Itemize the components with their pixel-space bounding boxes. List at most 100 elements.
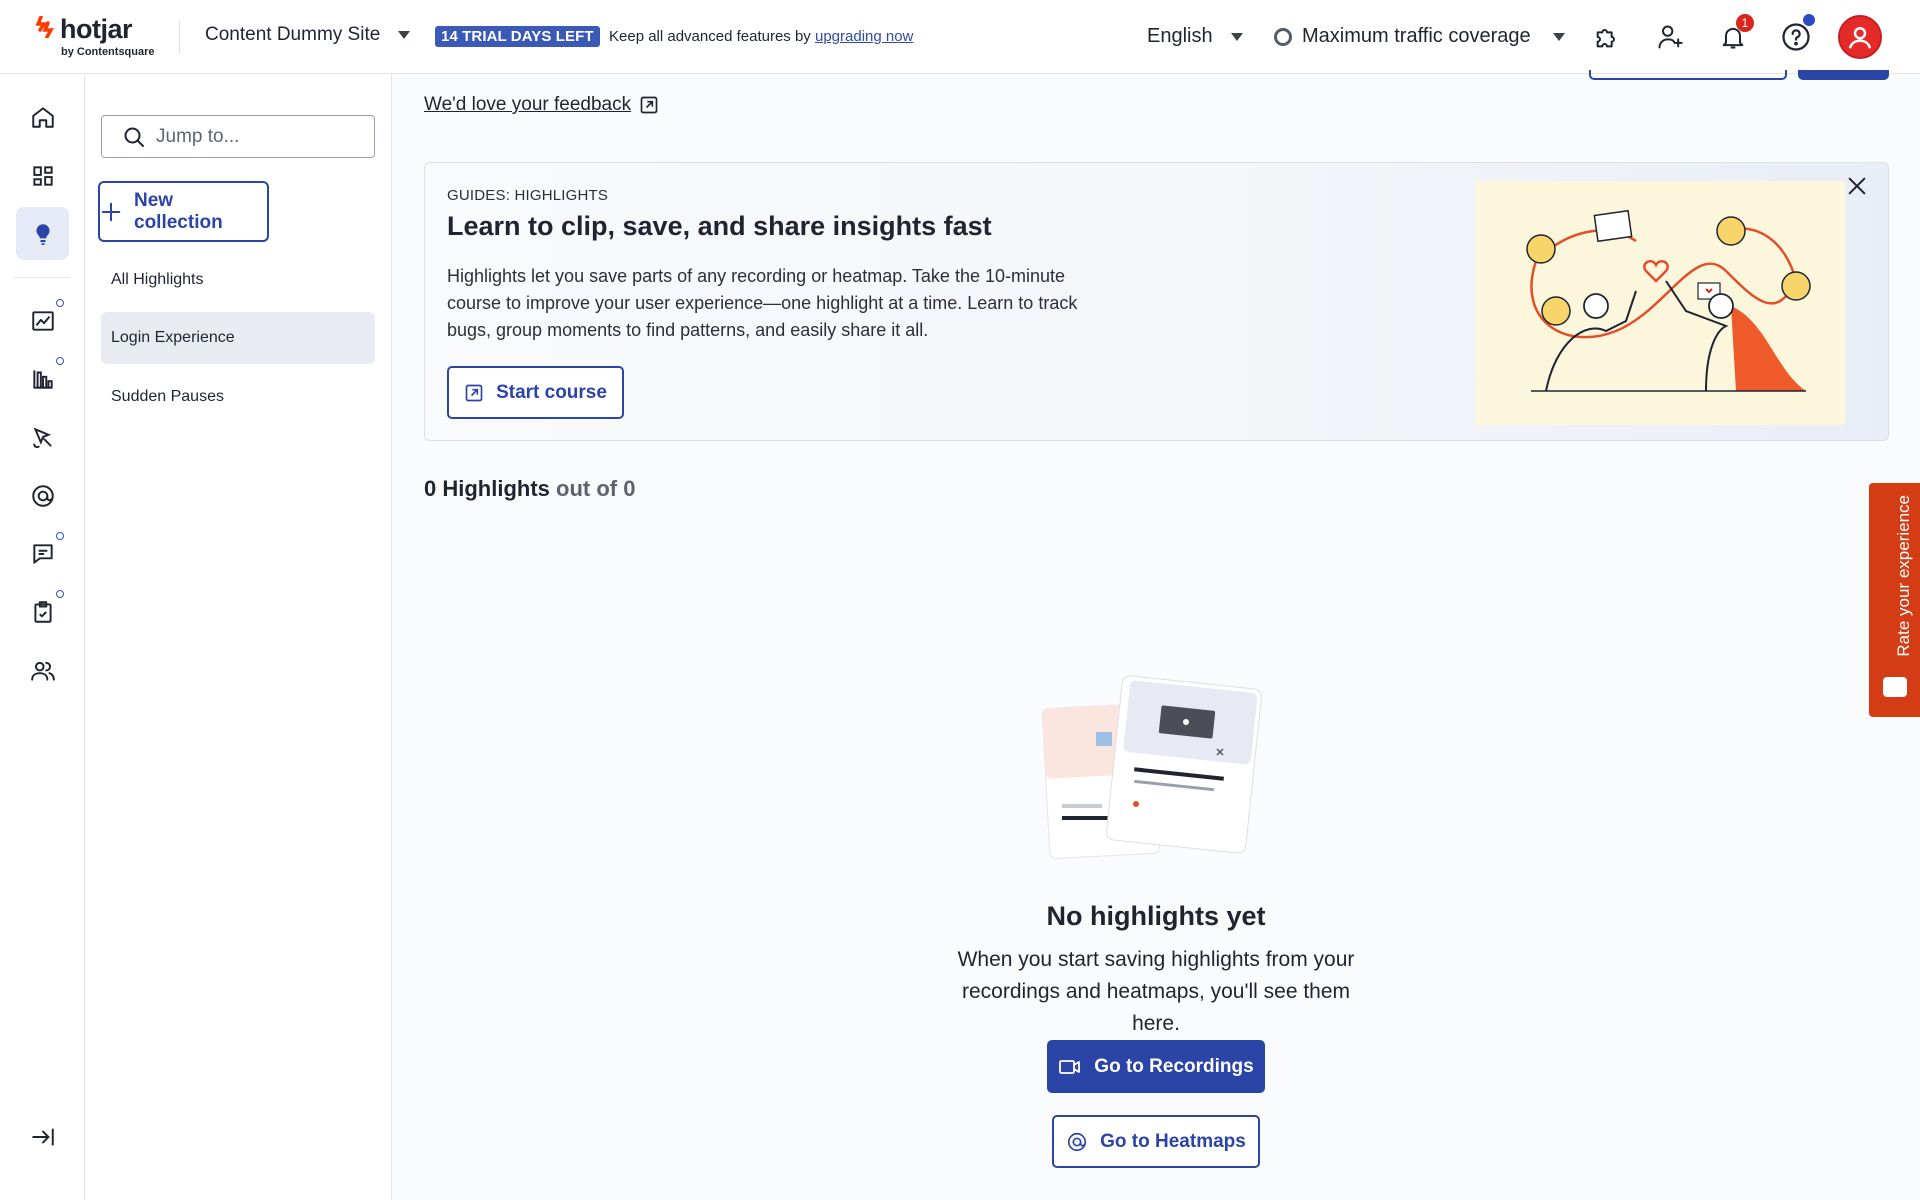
new-indicator-dot	[56, 590, 64, 598]
site-name: Content Dummy Site	[205, 24, 381, 45]
external-link-icon	[465, 384, 483, 401]
chevron-down-icon	[1552, 32, 1565, 41]
help-icon	[1782, 23, 1810, 51]
nav-interviews[interactable]	[16, 644, 69, 697]
language-selector[interactable]: English	[1147, 25, 1243, 48]
invite-user-button[interactable]	[1653, 20, 1687, 54]
upgrade-text: Keep all advanced features by	[609, 28, 815, 45]
divider	[179, 20, 180, 54]
highlights-count: 0 Highlights out of 0	[424, 476, 635, 502]
brand-name: hotjar	[60, 14, 133, 44]
nav-home[interactable]	[16, 90, 69, 143]
heatmap-icon	[1068, 1132, 1087, 1151]
collection-sudden-pauses[interactable]: Sudden Pauses	[101, 371, 375, 423]
chevron-down-icon	[398, 31, 411, 39]
notifications-button[interactable]: 1	[1716, 14, 1754, 54]
hotjar-logo-icon	[36, 16, 54, 38]
add-user-icon	[1658, 25, 1683, 49]
highlight-cards-illustration	[1042, 675, 1262, 859]
empty-state-description: When you start saving highlights from yo…	[957, 948, 1355, 1035]
guide-description: Highlights let you save parts of any rec…	[447, 266, 1078, 340]
external-link-icon	[640, 96, 658, 114]
nav-divider	[14, 277, 70, 278]
rate-experience-tab[interactable]: Rate your experience	[1869, 483, 1920, 717]
nav-surveys[interactable]	[16, 585, 69, 638]
plus-icon	[101, 202, 121, 221]
go-to-recordings-button[interactable]: Go to Recordings	[1047, 1040, 1265, 1093]
go-to-heatmaps-button[interactable]: Go to Heatmaps	[1052, 1115, 1260, 1168]
collection-login-experience[interactable]: Login Experience	[101, 312, 375, 364]
video-camera-icon	[1059, 1059, 1081, 1074]
primary-navigation	[0, 74, 85, 1200]
trial-badge: 14 TRIAL DAYS LEFT	[435, 26, 600, 47]
users-icon	[30, 661, 55, 681]
brand-sub: by Contentsquare	[61, 46, 155, 58]
collection-all-highlights[interactable]: All Highlights	[101, 254, 375, 306]
nav-trends[interactable]	[16, 294, 69, 347]
traffic-coverage-selector[interactable]: Maximum traffic coverage	[1274, 25, 1565, 48]
notification-badge: 1	[1736, 14, 1754, 32]
help-indicator-dot	[1803, 14, 1815, 26]
empty-state-title: No highlights yet	[1046, 901, 1266, 931]
guide-title: Learn to clip, save, and share insights …	[447, 211, 992, 241]
rate-experience-label: Rate your experience	[1894, 495, 1913, 657]
upgrade-link[interactable]: upgrading now	[815, 28, 913, 45]
nav-recordings[interactable]	[16, 411, 69, 464]
start-course-label: Start course	[496, 381, 607, 403]
go-to-heatmaps-label: Go to Heatmaps	[1100, 1130, 1246, 1152]
expand-sidebar-button[interactable]	[16, 1110, 69, 1163]
upgrade-message: Keep all advanced features by upgrading …	[609, 28, 913, 45]
user-avatar[interactable]	[1838, 15, 1882, 59]
main-content: We'd love your feedback GUIDES: HIGHLIGH…	[392, 70, 1920, 1200]
highlights-count-total: out of 0	[556, 476, 636, 501]
home-icon	[31, 106, 54, 128]
nav-funnels[interactable]	[16, 352, 69, 405]
lightbulb-icon	[35, 223, 50, 245]
traffic-status-icon	[1274, 27, 1292, 46]
close-icon	[1848, 177, 1866, 195]
help-button[interactable]	[1779, 14, 1815, 54]
clipboard-check-icon	[33, 600, 52, 623]
close-guide-button[interactable]	[1844, 173, 1870, 199]
partial-button[interactable]	[1589, 70, 1787, 80]
dashboard-icon	[32, 165, 53, 186]
guide-banner: GUIDES: HIGHLIGHTS Learn to clip, save, …	[424, 162, 1889, 441]
nav-heatmaps[interactable]	[16, 469, 69, 522]
new-indicator-dot	[56, 357, 64, 365]
puzzle-icon	[1596, 29, 1615, 48]
partial-primary-button[interactable]	[1798, 70, 1889, 80]
nav-feedback[interactable]	[16, 527, 69, 580]
nav-highlights[interactable]	[16, 207, 69, 260]
chat-icon	[32, 543, 53, 564]
chevron-down-icon	[1230, 32, 1243, 41]
highlights-count-strong: 0 Highlights	[424, 476, 550, 501]
high-five-illustration	[1526, 209, 1811, 392]
site-selector[interactable]: Content Dummy Site	[205, 24, 411, 46]
feedback-label: We'd love your feedback	[424, 94, 632, 115]
go-to-recordings-label: Go to Recordings	[1094, 1055, 1254, 1077]
feedback-link[interactable]: We'd love your feedback	[424, 94, 659, 116]
expand-icon	[31, 1127, 54, 1146]
heatmap-icon	[31, 484, 54, 507]
integrations-button[interactable]	[1590, 20, 1624, 54]
collections-panel: New collection All Highlights Login Expe…	[85, 74, 392, 1200]
language-label: English	[1147, 25, 1213, 47]
new-indicator-dot	[56, 532, 64, 540]
new-indicator-dot	[56, 299, 64, 307]
nav-dashboards[interactable]	[16, 149, 69, 202]
empty-state-illustration	[1042, 674, 1272, 874]
user-icon	[1848, 27, 1872, 49]
top-bar: hotjar by Contentsquare Content Dummy Si…	[0, 0, 1920, 74]
funnel-chart-icon	[32, 369, 53, 389]
jump-to-search[interactable]	[101, 115, 375, 158]
new-collection-button[interactable]: New collection	[98, 181, 269, 242]
traffic-label: Maximum traffic coverage	[1302, 25, 1531, 47]
recordings-icon	[32, 427, 52, 448]
guide-illustration	[1476, 181, 1845, 425]
start-course-button[interactable]: Start course	[447, 366, 624, 419]
feedback-face-icon	[1883, 677, 1907, 697]
trends-icon	[31, 310, 54, 331]
search-input[interactable]	[156, 125, 356, 148]
guide-tag: GUIDES: HIGHLIGHTS	[447, 187, 609, 204]
search-icon	[124, 127, 144, 147]
